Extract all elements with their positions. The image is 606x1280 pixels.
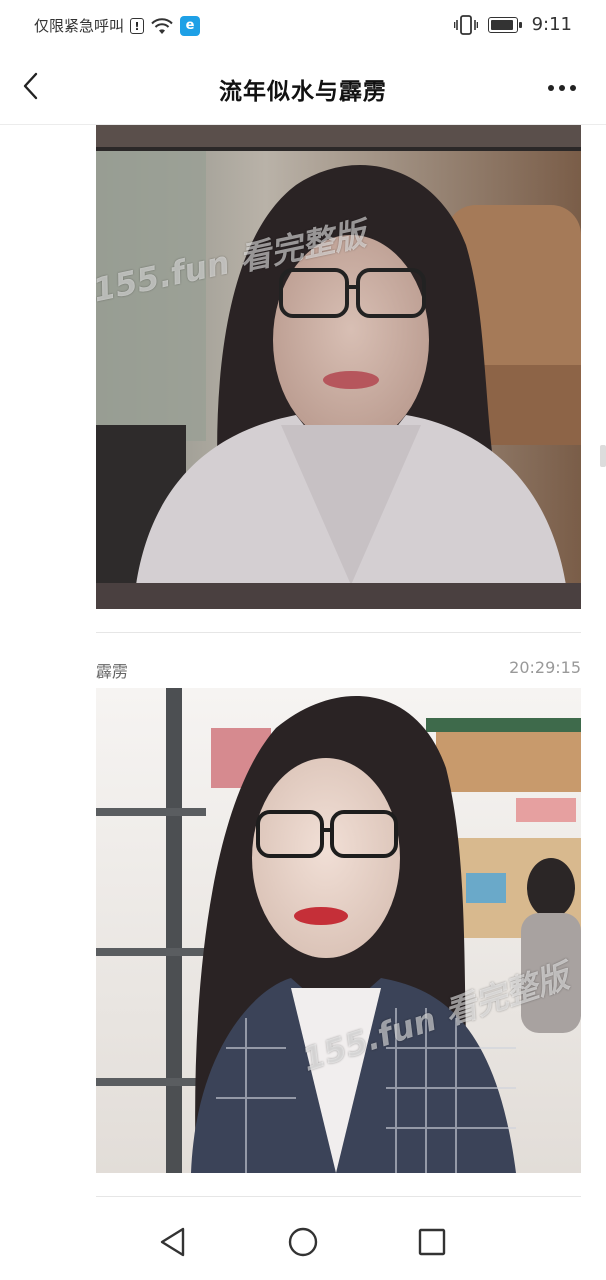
circle-home-icon[interactable] xyxy=(285,1224,321,1260)
scrollbar-handle[interactable] xyxy=(600,445,606,467)
message-list[interactable]: 155.fun 看完整版 霹雳 20:29:15 155.fun 看完整版 xyxy=(0,125,606,1200)
status-left: 仅限紧急呼叫 ! e xyxy=(34,15,201,36)
battery-icon xyxy=(487,16,522,33)
alert-icon: ! xyxy=(130,17,145,34)
page-title: 流年似水与霹雳 xyxy=(219,79,387,105)
app-notification-icon: e xyxy=(180,15,201,36)
message-photo[interactable]: 155.fun 看完整版 xyxy=(96,688,581,1173)
status-bar: 仅限紧急呼叫 ! e 9:11 xyxy=(0,0,606,52)
message-divider xyxy=(96,632,581,633)
triangle-back-icon[interactable] xyxy=(156,1224,192,1260)
more-horizontal-icon[interactable] xyxy=(542,76,582,100)
message-photo[interactable]: 155.fun 看完整版 xyxy=(96,125,581,609)
message-sender: 霹雳 xyxy=(96,662,129,681)
status-time: 9:11 xyxy=(531,14,572,35)
message-divider xyxy=(96,1196,581,1197)
selfie-photo-1 xyxy=(96,125,581,609)
top-nav-bar: 流年似水与霹雳 xyxy=(0,52,606,125)
wifi-icon xyxy=(151,17,173,34)
square-recents-icon[interactable] xyxy=(414,1224,450,1260)
system-nav-bar xyxy=(0,1200,606,1280)
carrier-status-text: 仅限紧急呼叫 xyxy=(34,17,125,35)
message-time: 20:29:15 xyxy=(509,658,581,677)
vibrate-icon xyxy=(453,14,478,35)
status-right: 9:11 xyxy=(453,14,572,35)
selfie-photo-2 xyxy=(96,688,581,1173)
